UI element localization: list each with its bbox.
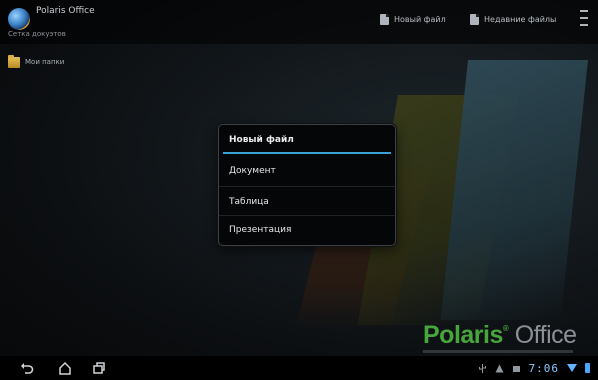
app-logo-icon[interactable] — [8, 8, 30, 30]
new-file-button[interactable]: Новый файл — [380, 10, 446, 28]
app-title: Polaris Office — [36, 6, 95, 16]
brand-name-office: Office — [508, 321, 577, 349]
app-subtitle: Сетка докуэтов — [8, 30, 66, 38]
dialog-title-divider — [223, 152, 391, 154]
dialog-title: Новый файл — [229, 135, 294, 145]
notification-icon — [512, 365, 520, 372]
system-bar: 7:06 — [0, 356, 598, 380]
new-file-dialog: Новый файл Документ Таблица Презентация — [218, 124, 396, 246]
folder-icon — [8, 54, 20, 68]
action-bar: Polaris Office Сетка докуэтов Новый файл… — [0, 0, 598, 44]
screen: Polaris Office Сетка докуэтов Новый файл… — [0, 0, 598, 380]
overflow-menu-icon[interactable] — [577, 10, 591, 26]
folder-item[interactable]: Мои папки — [8, 54, 64, 70]
registered-mark: ® — [502, 324, 509, 333]
home-icon[interactable] — [58, 361, 72, 375]
recent-files-button[interactable]: Недавние файлы — [470, 10, 556, 28]
brand-name-polaris: Polaris — [423, 321, 503, 349]
menu-item-document[interactable]: Документ — [219, 156, 395, 186]
new-file-label: Новый файл — [394, 14, 446, 24]
wifi-icon — [567, 364, 577, 372]
usb-icon — [478, 363, 486, 373]
clock: 7:06 — [528, 361, 559, 375]
recent-apps-icon[interactable] — [92, 361, 106, 375]
warning-icon — [495, 364, 503, 372]
back-icon[interactable] — [20, 361, 34, 375]
status-area[interactable]: 7:06 — [478, 360, 590, 376]
recent-files-label: Недавние файлы — [484, 14, 557, 24]
brand-watermark: Polaris® Office — [423, 321, 577, 350]
battery-icon — [585, 363, 590, 373]
new-file-icon — [380, 13, 389, 25]
recent-files-icon — [470, 13, 479, 25]
menu-item-spreadsheet[interactable]: Таблица — [219, 186, 395, 216]
menu-item-presentation[interactable]: Презентация — [219, 215, 395, 244]
watermark-tagline — [423, 350, 573, 353]
folder-label: Мои папки — [25, 58, 65, 66]
